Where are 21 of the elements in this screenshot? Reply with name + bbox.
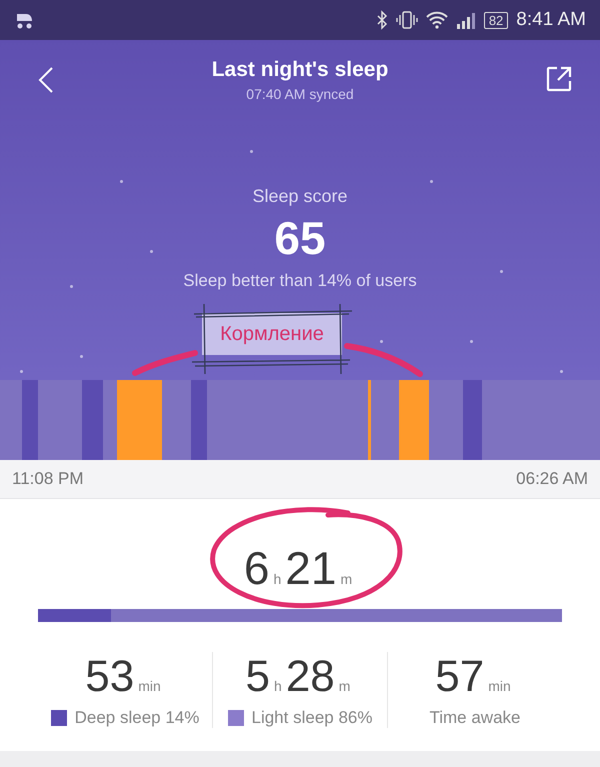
stat-label: Deep sleep 14% xyxy=(74,708,200,728)
clock: 8:41 AM xyxy=(516,9,586,31)
end-time: 06:26 AM xyxy=(516,469,588,489)
sync-time: 07:40 AM synced xyxy=(245,86,355,102)
total-duration: 6 h 21 m xyxy=(244,541,354,589)
stat-label: Light sleep 86% xyxy=(252,708,372,728)
stat-value: 5 h 28 m xyxy=(246,652,352,702)
screen-title: Last night's sleep xyxy=(212,58,388,82)
wifi-icon xyxy=(426,11,448,29)
score-value: 65 xyxy=(273,211,327,265)
stat-label: Time awake xyxy=(429,708,520,728)
start-time: 11:08 PM xyxy=(12,469,84,489)
stat-value: 57 min xyxy=(435,652,512,702)
signal-icon xyxy=(456,11,476,29)
score-label: Sleep score xyxy=(251,186,349,207)
bluetooth-icon xyxy=(376,10,388,30)
battery-level: 82 xyxy=(484,12,508,28)
stat-value: 53 min xyxy=(85,652,162,702)
vibrate-icon xyxy=(396,10,418,30)
annotation-label: Кормление xyxy=(202,313,342,355)
score-comparison: Sleep better than 14% of users xyxy=(182,271,418,291)
